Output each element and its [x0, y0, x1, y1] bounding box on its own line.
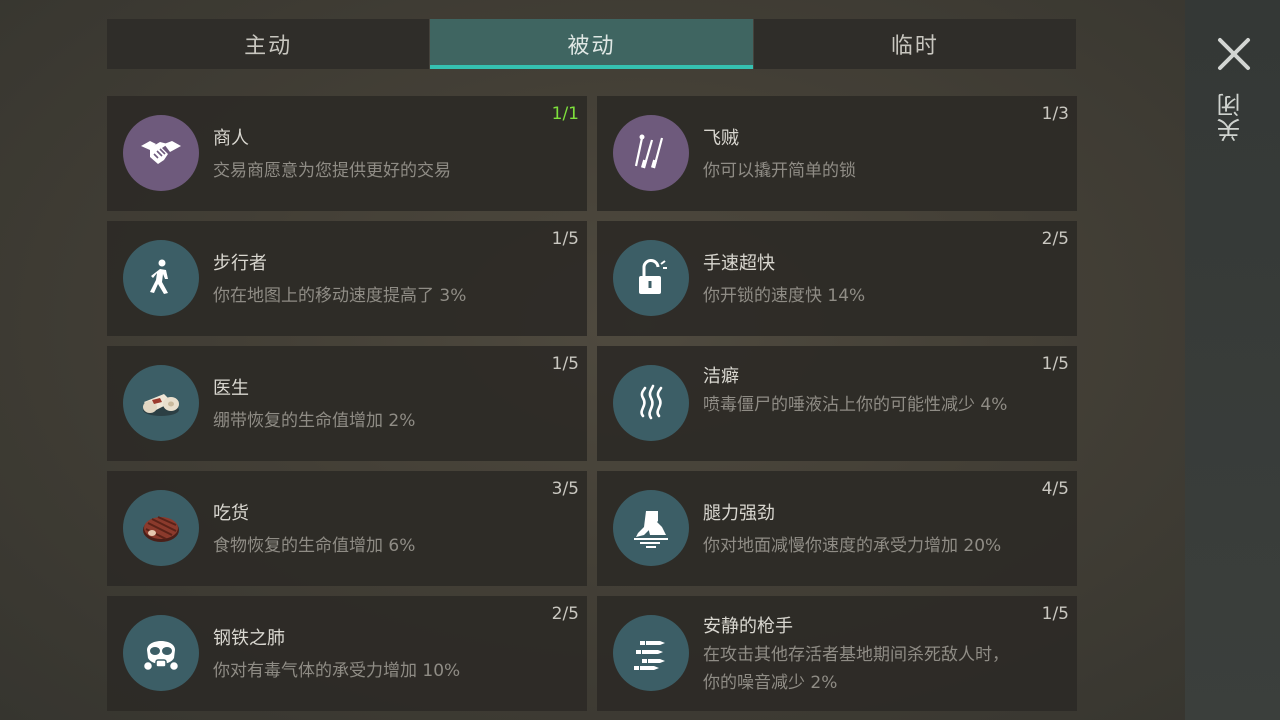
perk-level: 2/5	[1041, 229, 1069, 249]
perk-title: 腿力强劲	[703, 503, 775, 524]
perk-description: 你开锁的速度快 14%	[703, 286, 866, 306]
perk-grid: 商人 交易商愿意为您提供更好的交易 1/1 飞贼 你可以撬开简单的锁 1/3 步…	[107, 96, 1077, 711]
perk-title: 步行者	[213, 253, 267, 274]
close-icon	[1218, 38, 1250, 70]
perk-tabs: 主动 被动 临时	[107, 19, 1076, 69]
perk-description: 你对地面减慢你速度的承受力增加 20%	[703, 536, 1002, 556]
perk-description: 你在地图上的移动速度提高了 3%	[213, 286, 467, 306]
perk-description: 你对有毒气体的承受力增加 10%	[213, 661, 461, 681]
perk-card-strong-legs[interactable]: 腿力强劲 你对地面减慢你速度的承受力增加 20% 4/5	[597, 471, 1077, 586]
perk-title: 安静的枪手	[703, 616, 793, 637]
close-button[interactable]: 关闭	[1210, 30, 1258, 160]
perk-level: 3/5	[551, 479, 579, 499]
steak-icon	[123, 490, 199, 566]
unlocked-padlock-icon	[613, 240, 689, 316]
perk-card-foodie[interactable]: 吃货 食物恢复的生命值增加 6% 3/5	[107, 471, 587, 586]
perk-description: 交易商愿意为您提供更好的交易	[213, 161, 451, 181]
close-label: 关闭	[1217, 92, 1245, 142]
bullets-icon	[613, 615, 689, 691]
perk-level: 1/5	[551, 229, 579, 249]
walker-icon	[123, 240, 199, 316]
perk-level: 1/1	[551, 104, 579, 124]
perk-level: 1/5	[551, 354, 579, 374]
perk-title: 医生	[213, 378, 249, 399]
perk-card-fast-hands[interactable]: 手速超快 你开锁的速度快 14% 2/5	[597, 221, 1077, 336]
perk-title: 洁癖	[703, 366, 739, 387]
perk-description: 在攻击其他存活者基地期间杀死敌人时，你的噪音减少 2%	[703, 645, 1009, 693]
perk-card-iron-lungs[interactable]: 钢铁之肺 你对有毒气体的承受力增加 10% 2/5	[107, 596, 587, 711]
perk-card-thief[interactable]: 飞贼 你可以撬开简单的锁 1/3	[597, 96, 1077, 211]
perk-card-merchant[interactable]: 商人 交易商愿意为您提供更好的交易 1/1	[107, 96, 587, 211]
perk-level: 1/5	[1041, 354, 1069, 374]
perk-title: 吃货	[213, 503, 249, 524]
tab-passive-perks[interactable]: 被动	[429, 19, 753, 69]
perk-title: 手速超快	[703, 253, 775, 274]
perk-level: 2/5	[551, 604, 579, 624]
foot-icon	[613, 490, 689, 566]
perk-title: 商人	[213, 128, 249, 149]
perk-title: 飞贼	[703, 128, 739, 149]
perk-description: 你可以撬开简单的锁	[703, 161, 856, 181]
perk-title: 钢铁之肺	[213, 628, 285, 649]
handshake-icon	[123, 115, 199, 191]
tab-temporary-perks[interactable]: 临时	[752, 19, 1076, 69]
perk-description: 喷毒僵尸的唾液沾上你的可能性减少 4%	[703, 395, 1008, 415]
lockpick-icon	[613, 115, 689, 191]
tab-active-perks[interactable]: 主动	[107, 19, 429, 69]
perk-card-quiet-gunner[interactable]: 安静的枪手 在攻击其他存活者基地期间杀死敌人时，你的噪音减少 2% 1/5	[597, 596, 1077, 711]
gas-mask-icon	[123, 615, 199, 691]
toxic-fumes-icon	[613, 365, 689, 441]
perk-card-walker[interactable]: 步行者 你在地图上的移动速度提高了 3% 1/5	[107, 221, 587, 336]
perk-description: 食物恢复的生命值增加 6%	[213, 536, 416, 556]
perk-level: 1/5	[1041, 604, 1069, 624]
perk-card-doctor[interactable]: 医生 绷带恢复的生命值增加 2% 1/5	[107, 346, 587, 461]
perk-level: 1/3	[1041, 104, 1069, 124]
perk-card-clean-freak[interactable]: 洁癖 喷毒僵尸的唾液沾上你的可能性减少 4% 1/5	[597, 346, 1077, 461]
perk-description: 绷带恢复的生命值增加 2%	[213, 411, 416, 431]
bandage-icon	[123, 365, 199, 441]
perk-level: 4/5	[1041, 479, 1069, 499]
